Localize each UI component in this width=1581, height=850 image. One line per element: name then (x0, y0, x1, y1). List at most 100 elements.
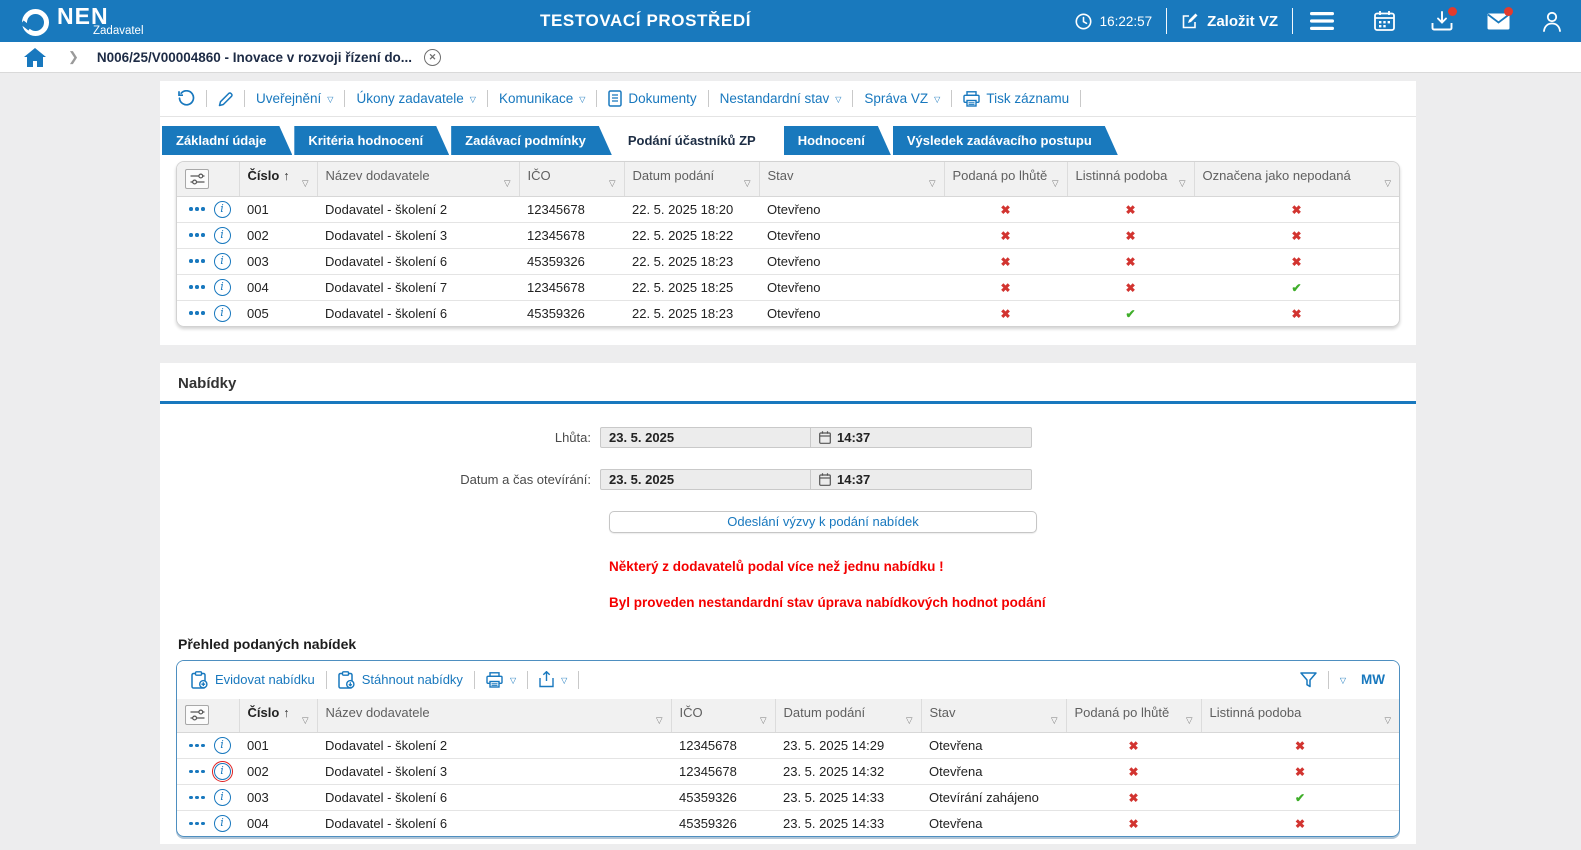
filter-caret-icon[interactable]: ▽ (609, 178, 616, 189)
column-settings-icon[interactable] (185, 169, 209, 189)
opening-date-value[interactable]: 23. 5. 2025 (601, 470, 811, 489)
filter-button[interactable] (1300, 672, 1317, 688)
toolbar-nestandardni-stav[interactable]: Nestandardní stav▽ (720, 91, 842, 106)
history-button[interactable] (178, 90, 195, 107)
toolbar-tisk-zaznamu[interactable]: Tisk záznamu (963, 91, 1069, 107)
submissions-col-1[interactable]: Název dodavatele▽ (317, 162, 519, 196)
opening-time-value[interactable]: 14:37 (837, 472, 870, 487)
submissions-row-0[interactable]: i001Dodavatel - školení 21234567822. 5. … (177, 196, 1399, 222)
row-info-icon[interactable]: i (214, 279, 231, 296)
offers-col-5[interactable]: Podaná po lhůtě▽ (1066, 699, 1201, 733)
filter-caret-icon[interactable]: ▽ (504, 178, 511, 189)
edit-button[interactable] (218, 91, 233, 107)
create-vz-button[interactable]: Založit VZ (1181, 12, 1278, 30)
submissions-col-3[interactable]: Datum podání▽ (624, 162, 759, 196)
offers-col-6[interactable]: Listinná podoba▽ (1201, 699, 1399, 733)
offers-col-0[interactable]: Číslo↑▽ (239, 699, 317, 733)
offers-row-1[interactable]: i002Dodavatel - školení 31234567823. 5. … (177, 759, 1399, 785)
row-menu-icon[interactable] (189, 233, 205, 237)
offers-podana_po_lhute-flag: ✖ (1066, 785, 1201, 811)
row-menu-icon[interactable] (189, 259, 205, 263)
send-invite-button[interactable]: Odeslání výzvy k podání nabídek (609, 511, 1037, 533)
filter-caret-icon[interactable]: ▽ (302, 178, 309, 189)
filter-caret-icon[interactable]: ▽ (1186, 715, 1193, 726)
filter-caret-icon[interactable]: ▽ (744, 178, 751, 189)
user-filter-select[interactable]: ▽ MW (1340, 672, 1385, 687)
toolbar-komunikace[interactable]: Komunikace▽ (499, 91, 585, 106)
filter-caret-icon[interactable]: ▽ (656, 715, 663, 726)
row-info-icon[interactable]: i (214, 305, 231, 322)
row-menu-icon[interactable] (189, 770, 205, 774)
register-offer-button[interactable]: Evidovat nabídku (191, 671, 315, 689)
calendar-button[interactable] (1369, 6, 1399, 36)
row-info-icon[interactable]: i (214, 789, 231, 806)
row-info-icon[interactable]: i (214, 201, 231, 218)
row-menu-icon[interactable] (189, 285, 205, 289)
export-button[interactable]: ▽ (539, 671, 567, 688)
submissions-row-2[interactable]: i003Dodavatel - školení 64535932622. 5. … (177, 248, 1399, 274)
tab-0[interactable]: Základní údaje (162, 126, 292, 155)
menu-button[interactable] (1307, 6, 1337, 36)
offers-row-0[interactable]: i001Dodavatel - školení 21234567823. 5. … (177, 733, 1399, 759)
filter-caret-icon[interactable]: ▽ (1051, 715, 1058, 726)
offers-col-4[interactable]: Stav▽ (921, 699, 1066, 733)
tab-2[interactable]: Zadávací podmínky (451, 126, 612, 155)
row-info-icon[interactable]: i (214, 815, 231, 832)
row-menu-icon[interactable] (189, 796, 205, 800)
filter-caret-icon[interactable]: ▽ (1384, 715, 1391, 726)
tab-3[interactable]: Podání účastníků ZP (614, 126, 782, 155)
submissions-col-6[interactable]: Listinná podoba▽ (1067, 162, 1194, 196)
print-table-button[interactable]: ▽ (486, 672, 516, 688)
offers-row-3[interactable]: i004Dodavatel - školení 64535932623. 5. … (177, 811, 1399, 837)
offers-col-3[interactable]: Datum podání▽ (775, 699, 921, 733)
row-info-icon[interactable]: i (214, 227, 231, 244)
submissions-col-2[interactable]: IČO▽ (519, 162, 624, 196)
nen-logo[interactable]: NEN Zadavatel (22, 5, 144, 38)
row-menu-icon[interactable] (189, 822, 205, 826)
submissions-col-5[interactable]: Podaná po lhůtě▽ (944, 162, 1067, 196)
messages-button[interactable] (1483, 6, 1513, 36)
cross-icon: ✖ (1125, 229, 1135, 243)
submissions-col-0[interactable]: Číslo↑▽ (239, 162, 317, 196)
row-info-icon[interactable]: i (214, 253, 231, 270)
download-offers-button[interactable]: Stáhnout nabídky (338, 671, 463, 689)
deadline-field[interactable]: 23. 5. 2025 14:37 (600, 427, 1032, 448)
submissions-row-3[interactable]: i004Dodavatel - školení 71234567822. 5. … (177, 274, 1399, 300)
home-button[interactable] (24, 48, 46, 67)
submissions-col-4[interactable]: Stav▽ (759, 162, 944, 196)
submissions-row-1[interactable]: i002Dodavatel - školení 31234567822. 5. … (177, 222, 1399, 248)
offers-col-1[interactable]: Název dodavatele▽ (317, 699, 671, 733)
column-settings-icon[interactable] (185, 705, 209, 725)
toolbar-dokumenty[interactable]: Dokumenty (608, 90, 696, 107)
deadline-date-value[interactable]: 23. 5. 2025 (601, 428, 811, 447)
opening-field[interactable]: 23. 5. 2025 14:37 (600, 469, 1032, 490)
toolbar-uverejneni[interactable]: Uveřejnění▽ (256, 91, 333, 106)
row-menu-icon[interactable] (189, 744, 205, 748)
tab-5[interactable]: Výsledek zadávacího postupu (893, 126, 1118, 155)
submissions-col-7[interactable]: Označena jako nepodaná▽ (1194, 162, 1399, 196)
toolbar-sprava-vz[interactable]: Správa VZ▽ (864, 91, 940, 106)
filter-caret-icon[interactable]: ▽ (1052, 178, 1059, 189)
filter-caret-icon[interactable]: ▽ (1179, 178, 1186, 189)
breadcrumb-record[interactable]: N006/25/V00004860 - Inovace v rozvoji ří… (97, 50, 412, 65)
filter-caret-icon[interactable]: ▽ (929, 178, 936, 189)
tab-4[interactable]: Hodnocení (784, 126, 891, 155)
submissions-row-4[interactable]: i005Dodavatel - školení 64535932622. 5. … (177, 300, 1399, 326)
downloads-button[interactable] (1427, 6, 1457, 36)
row-info-icon[interactable]: i (214, 763, 231, 780)
deadline-time-value[interactable]: 14:37 (837, 430, 870, 445)
filter-caret-icon[interactable]: ▽ (1384, 178, 1391, 189)
filter-caret-icon[interactable]: ▽ (906, 715, 913, 726)
tab-1[interactable]: Kritéria hodnocení (294, 126, 449, 155)
check-icon: ✔ (1125, 307, 1135, 321)
filter-caret-icon[interactable]: ▽ (760, 715, 767, 726)
offers-col-2[interactable]: IČO▽ (671, 699, 775, 733)
row-menu-icon[interactable] (189, 311, 205, 315)
row-menu-icon[interactable] (189, 207, 205, 211)
toolbar-ukony-zadavatele[interactable]: Úkony zadavatele▽ (356, 91, 475, 106)
profile-button[interactable] (1537, 6, 1567, 36)
offers-row-2[interactable]: i003Dodavatel - školení 64535932623. 5. … (177, 785, 1399, 811)
row-info-icon[interactable]: i (214, 737, 231, 754)
close-record-icon[interactable]: ✕ (424, 49, 441, 66)
filter-caret-icon[interactable]: ▽ (302, 715, 309, 726)
